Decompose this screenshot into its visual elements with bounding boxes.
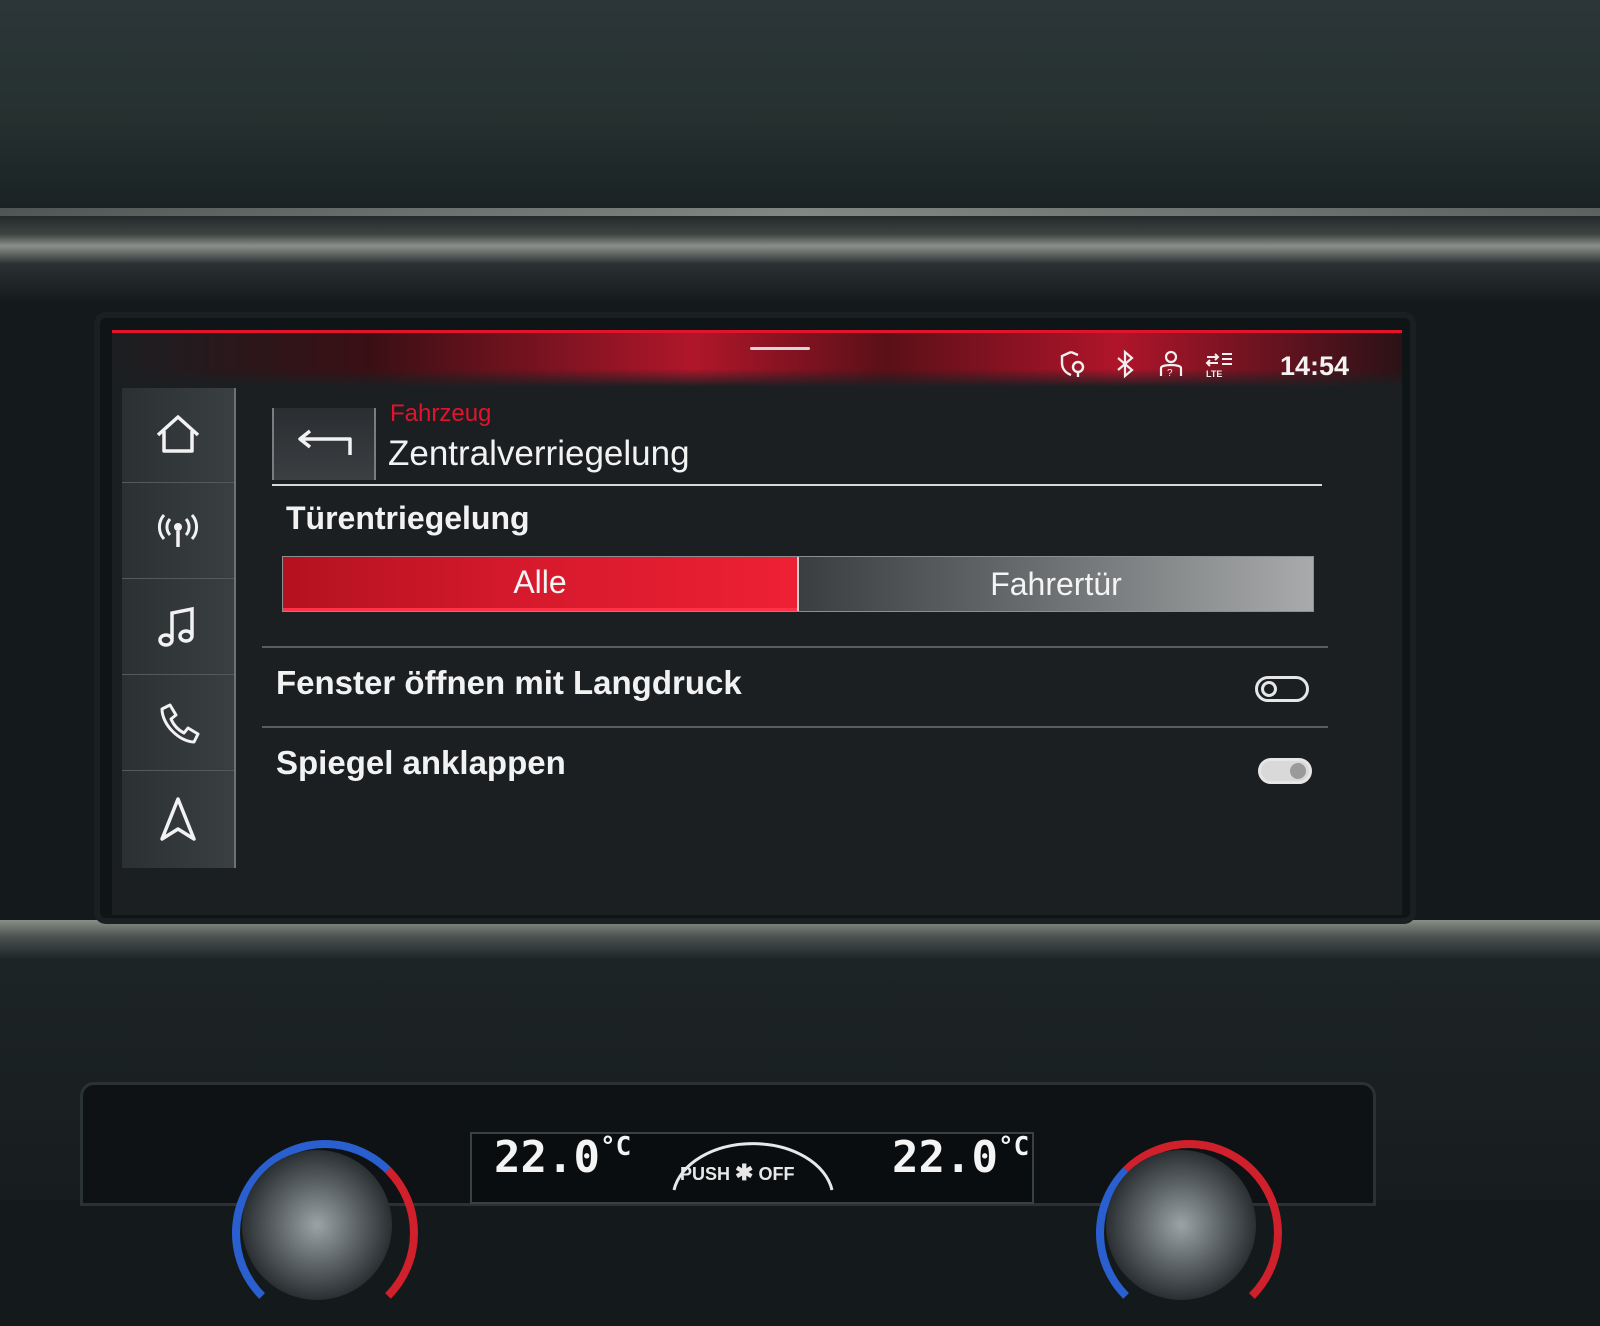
window-long-press-toggle[interactable] — [1255, 676, 1309, 702]
dashboard-top — [0, 0, 1600, 300]
breadcrumb[interactable]: Fahrzeug — [390, 400, 491, 428]
door-unlock-segmented-control: Alle Fahrertür — [282, 556, 1314, 612]
window-long-press-label: Fenster öffnen mit Langdruck — [276, 664, 742, 701]
phone-icon — [160, 703, 200, 744]
page-title: Zentralverriegelung — [388, 434, 690, 473]
toggle-knob — [1261, 681, 1277, 697]
dashboard-trim — [0, 208, 1600, 216]
segment-all[interactable]: Alle — [283, 557, 797, 611]
fan-icon: ✱ — [735, 1160, 754, 1185]
back-arrow-icon — [298, 429, 352, 455]
nav-navigation[interactable] — [122, 772, 234, 866]
infotainment-screen: ? LTE 14:54 Fahrzeug Zentralverriegelung… — [112, 330, 1402, 915]
right-knob-dial — [1106, 1150, 1256, 1300]
divider — [262, 726, 1328, 728]
lte-data-icon: LTE — [1205, 353, 1232, 379]
svg-text:?: ? — [1167, 368, 1173, 379]
clock: 14:54 — [1280, 351, 1350, 381]
home-icon — [156, 415, 200, 453]
shield-location-icon — [1060, 350, 1085, 377]
segment-driver-door[interactable]: Fahrertür — [797, 557, 1313, 611]
svg-text:LTE: LTE — [1206, 369, 1222, 379]
radio-icon — [157, 514, 199, 547]
navigation-icon — [160, 797, 196, 841]
nav-phone[interactable] — [122, 676, 234, 771]
divider — [262, 646, 1328, 648]
toggle-knob — [1290, 763, 1306, 779]
nav-music[interactable] — [122, 580, 234, 675]
music-icon — [158, 606, 194, 647]
header-divider — [272, 484, 1322, 486]
side-nav — [122, 388, 236, 868]
drag-handle[interactable] — [750, 347, 810, 350]
bluetooth-icon — [1117, 349, 1134, 379]
user-profile-icon: ? — [1159, 350, 1183, 379]
status-bar: ? LTE 14:54 — [112, 330, 1402, 387]
nav-home[interactable] — [122, 388, 234, 483]
section-title: Türentriegelung — [286, 500, 530, 536]
left-knob-dial — [242, 1150, 392, 1300]
fan-push-off-button[interactable]: PUSH ✱ OFF — [680, 1160, 794, 1186]
nav-radio[interactable] — [122, 484, 234, 579]
mirror-fold-toggle[interactable] — [1258, 758, 1312, 784]
left-temperature: 22.0°C — [494, 1132, 632, 1183]
right-temperature: 22.0°C — [892, 1132, 1030, 1183]
back-button[interactable] — [272, 408, 376, 480]
mirror-fold-label: Spiegel anklappen — [276, 744, 566, 781]
